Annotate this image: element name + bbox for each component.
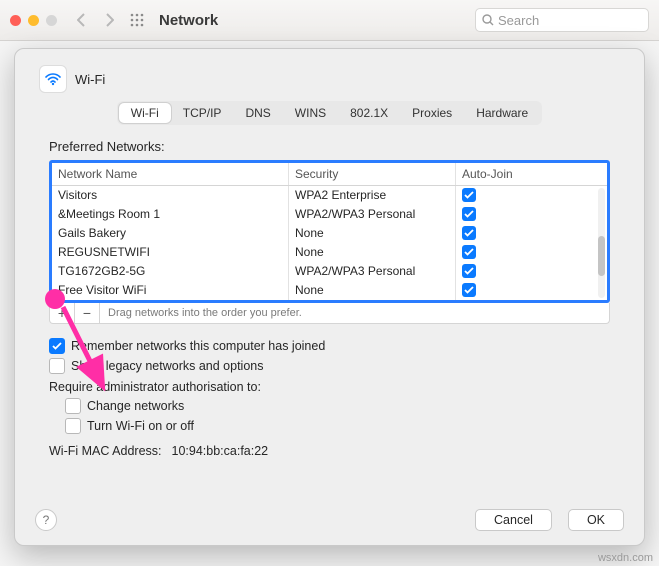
tab-hardware[interactable]: Hardware (464, 103, 540, 123)
tab-wins[interactable]: WINS (283, 103, 338, 123)
change-networks-checkbox[interactable] (65, 398, 81, 414)
window-controls (10, 15, 57, 26)
window: Network Search Wi-Fi Wi-Fi TCP/IP DNS WI… (0, 0, 659, 566)
add-network-button[interactable]: + (50, 303, 75, 323)
grid-icon[interactable] (127, 11, 147, 29)
show-legacy-row: Show legacy networks and options (49, 358, 610, 374)
autojoin-checkbox[interactable] (462, 283, 476, 297)
show-legacy-checkbox[interactable] (49, 358, 65, 374)
col-autojoin[interactable]: Auto-Join (456, 163, 546, 185)
toolbar: Network Search (0, 0, 659, 41)
close-window-icon[interactable] (10, 15, 21, 26)
table-header: Network Name Security Auto-Join (52, 163, 607, 186)
table-row[interactable]: Free Visitor WiFiNone (52, 281, 607, 300)
help-button[interactable]: ? (35, 509, 57, 531)
mac-address-row: Wi-Fi MAC Address: 10:94:bb:ca:fa:22 (49, 444, 610, 458)
autojoin-checkbox[interactable] (462, 245, 476, 259)
tab-bar: Wi-Fi TCP/IP DNS WINS 802.1X Proxies Har… (117, 101, 542, 125)
turn-wifi-checkbox[interactable] (65, 418, 81, 434)
pane-title: Wi-Fi (75, 72, 105, 87)
search-field[interactable]: Search (475, 8, 649, 32)
search-icon (482, 14, 494, 26)
scrollbar[interactable] (598, 188, 605, 298)
table-row[interactable]: TG1672GB2-5GWPA2/WPA3 Personal (52, 262, 607, 281)
sheet-footer: ? Cancel OK (15, 509, 644, 531)
change-networks-label: Change networks (87, 399, 184, 413)
wifi-advanced-sheet: Wi-Fi Wi-Fi TCP/IP DNS WINS 802.1X Proxi… (14, 48, 645, 546)
col-network-name[interactable]: Network Name (52, 163, 289, 185)
drag-hint: Drag networks into the order you prefer. (100, 307, 302, 319)
search-placeholder: Search (498, 13, 539, 28)
change-networks-row: Change networks (65, 398, 610, 414)
back-button[interactable] (71, 11, 91, 29)
pane-header: Wi-Fi (39, 65, 624, 93)
preferred-networks-label: Preferred Networks: (49, 139, 610, 154)
autojoin-checkbox[interactable] (462, 207, 476, 221)
table-row[interactable]: Gails BakeryNone (52, 224, 607, 243)
tab-8021x[interactable]: 802.1X (338, 103, 400, 123)
preferred-networks-table: Network Name Security Auto-Join Visitors… (49, 160, 610, 303)
remember-networks-checkbox[interactable] (49, 338, 65, 354)
tab-proxies[interactable]: Proxies (400, 103, 464, 123)
autojoin-checkbox[interactable] (462, 264, 476, 278)
mac-address-value: 10:94:bb:ca:fa:22 (172, 444, 269, 458)
show-legacy-label: Show legacy networks and options (71, 359, 263, 373)
options: Remember networks this computer has join… (49, 338, 610, 458)
cancel-button[interactable]: Cancel (475, 509, 552, 531)
ok-button[interactable]: OK (568, 509, 624, 531)
remove-network-button[interactable]: − (75, 303, 100, 323)
remember-networks-row: Remember networks this computer has join… (49, 338, 610, 354)
watermark: wsxdn.com (598, 552, 653, 564)
wifi-icon (39, 65, 67, 93)
forward-button[interactable] (99, 11, 119, 29)
content-area: Preferred Networks: Network Name Securit… (35, 139, 624, 458)
tab-dns[interactable]: DNS (233, 103, 282, 123)
table-row[interactable]: REGUSNETWIFINone (52, 243, 607, 262)
mac-address-label: Wi-Fi MAC Address: (49, 444, 162, 458)
table-row[interactable]: VisitorsWPA2 Enterprise (52, 186, 607, 205)
scrollbar-thumb[interactable] (598, 236, 605, 276)
col-security[interactable]: Security (289, 163, 456, 185)
turn-wifi-row: Turn Wi-Fi on or off (65, 418, 610, 434)
tab-tcpip[interactable]: TCP/IP (171, 103, 234, 123)
table-controls: + − Drag networks into the order you pre… (49, 303, 610, 324)
zoom-window-icon[interactable] (46, 15, 57, 26)
autojoin-checkbox[interactable] (462, 226, 476, 240)
turn-wifi-label: Turn Wi-Fi on or off (87, 419, 194, 433)
require-admin-heading: Require administrator authorisation to: (49, 380, 610, 394)
remember-networks-label: Remember networks this computer has join… (71, 339, 325, 353)
table-body[interactable]: VisitorsWPA2 Enterprise&Meetings Room 1W… (52, 186, 607, 300)
autojoin-checkbox[interactable] (462, 188, 476, 202)
window-title: Network (159, 12, 218, 29)
table-row[interactable]: &Meetings Room 1WPA2/WPA3 Personal (52, 205, 607, 224)
tab-wifi[interactable]: Wi-Fi (119, 103, 171, 123)
minimize-window-icon[interactable] (28, 15, 39, 26)
